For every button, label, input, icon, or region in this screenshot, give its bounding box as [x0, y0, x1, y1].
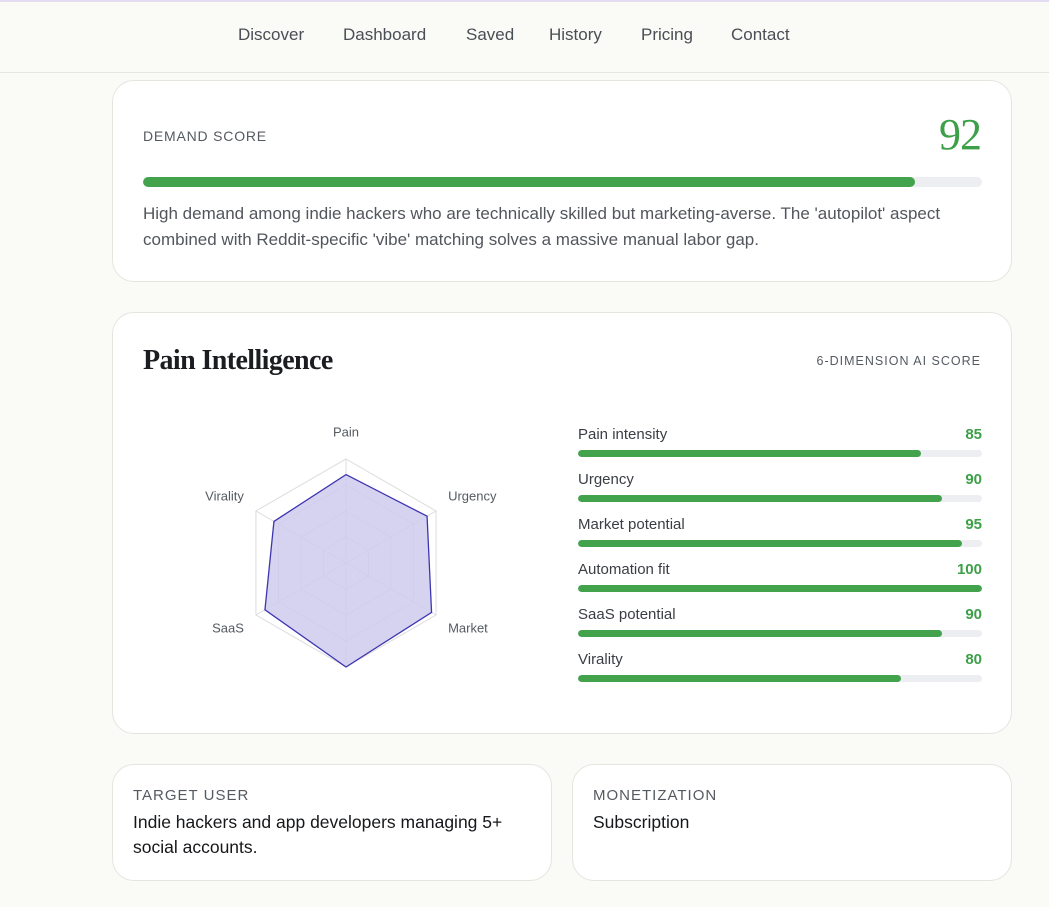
radar-axis-label: Urgency: [448, 488, 497, 503]
radar-shape: [264, 473, 433, 668]
metric-bar: [578, 630, 982, 637]
demand-score-label: DEMAND SCORE: [143, 128, 267, 144]
metric-bar: [578, 585, 982, 592]
nav-discover[interactable]: Discover: [238, 25, 304, 45]
metric-label: SaaS potential: [578, 606, 676, 623]
top-navigation: Discover Dashboard Saved History Pricing…: [0, 2, 1049, 73]
monetization-value: Subscription: [593, 812, 690, 832]
nav-history[interactable]: History: [549, 25, 602, 45]
target-user-label: TARGET USER: [133, 787, 250, 804]
monetization-label: MONETIZATION: [593, 787, 718, 804]
metric-value: 80: [965, 651, 982, 668]
metric-value: 90: [965, 606, 982, 623]
demand-description: High demand among indie hackers who are …: [143, 204, 941, 249]
radar-axis-label: Pain: [333, 424, 359, 439]
metric-bar: [578, 450, 982, 457]
ai-score-badge: 6-DIMENSION AI SCORE: [816, 354, 981, 368]
radar-axis-label: SaaS: [212, 620, 244, 635]
metric-label: Market potential: [578, 516, 685, 533]
metric-bar-fill: [578, 585, 982, 592]
metric-label: Pain intensity: [578, 426, 668, 443]
demand-score-value: 92: [939, 110, 982, 159]
nav-pricing[interactable]: Pricing: [641, 25, 693, 45]
radar-axis-label: Market: [448, 620, 488, 635]
nav-dashboard[interactable]: Dashboard: [343, 25, 426, 45]
target-user-value: Indie hackers and app developers managin…: [133, 812, 503, 857]
metric-label: Urgency: [578, 471, 634, 488]
metric-bar-fill: [578, 450, 922, 457]
demand-score-card: DEMAND SCORE 92 High demand among indie …: [112, 80, 1012, 282]
metric-bar: [578, 540, 982, 547]
metric-value: 90: [965, 471, 982, 488]
metric-bar-fill: [578, 630, 942, 637]
metric-bar-fill: [578, 540, 962, 547]
pain-intelligence-card: Pain Intelligence 6-DIMENSION AI SCORE P…: [112, 312, 1012, 734]
metric-bar: [578, 495, 982, 502]
metric-bar-fill: [578, 495, 942, 502]
metric-value: 100: [956, 561, 982, 578]
target-user-card: TARGET USER Indie hackers and app develo…: [112, 764, 552, 881]
metric-value: 85: [965, 426, 982, 443]
nav-saved[interactable]: Saved: [466, 25, 514, 45]
metric-label: Automation fit: [578, 561, 670, 578]
metric-value: 95: [965, 516, 982, 533]
radar-chart: PainUrgencyMarketAutomationSaaSVirality: [205, 424, 497, 668]
monetization-card: MONETIZATION Subscription: [572, 764, 1012, 881]
pain-intelligence-title: Pain Intelligence: [143, 345, 333, 376]
nav-contact[interactable]: Contact: [731, 25, 790, 45]
demand-score-bar: [143, 177, 982, 187]
radar-axis-label: Virality: [205, 488, 244, 503]
metric-bar-fill: [578, 675, 902, 682]
metric-label: Virality: [578, 651, 623, 668]
demand-score-bar-fill: [143, 177, 915, 187]
metric-bar: [578, 675, 982, 682]
